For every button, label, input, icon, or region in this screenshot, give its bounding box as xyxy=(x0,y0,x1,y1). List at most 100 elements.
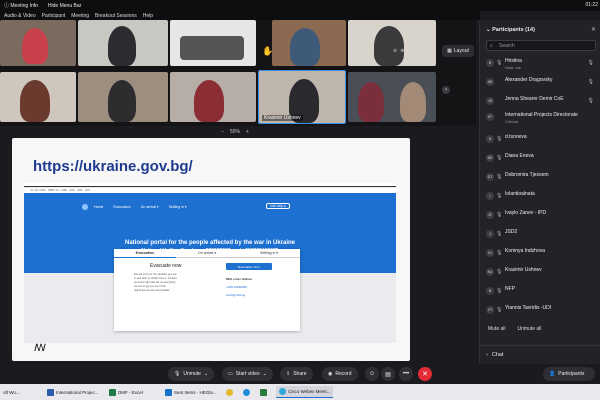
participant-row[interactable]: AD Alexander Dragovsky 🎙 xyxy=(486,76,598,91)
reactions-button[interactable]: ☺ xyxy=(365,367,379,381)
participant-row[interactable]: YT 🎙 Yiannis Tavridis -UDI xyxy=(486,304,598,319)
edge-icon[interactable] xyxy=(243,389,250,396)
expand-icon[interactable]: ⊕ xyxy=(400,48,404,54)
microphone-muted-icon[interactable]: 🎙 xyxy=(588,79,594,85)
menu-breakout-sessions[interactable]: Breakout Sessions xyxy=(95,13,137,19)
unmute-all-button[interactable]: Unmute all xyxy=(518,326,542,332)
zoom-level: 55% xyxy=(229,128,240,135)
participants-panel-title[interactable]: ⌄ Participants (14) xyxy=(486,27,535,33)
video-tile[interactable] xyxy=(348,20,436,66)
avatar: I xyxy=(486,192,494,200)
share-button[interactable]: ⇪ Share xyxy=(280,367,313,381)
active-speaker-tile[interactable]: Krasimir Ushnev xyxy=(258,70,346,124)
panel-options-icon[interactable]: ✕ xyxy=(591,26,596,33)
microphone-icon: 🎙 xyxy=(496,60,503,66)
app-icon[interactable] xyxy=(260,389,267,396)
participant-name: Jenna Shearer Demir CoE xyxy=(505,96,564,102)
participant-row[interactable]: KU 🎙 Krasimir Ushnev xyxy=(486,266,598,281)
participant-row[interactable]: J 🎙 JSD2 xyxy=(486,228,598,243)
active-speaker-name: Krasimir Ushnev xyxy=(262,115,303,121)
taskbar-item-excel[interactable]: DMF - Excel xyxy=(106,386,146,398)
participant-name: NFP xyxy=(505,286,515,292)
site-nav-evacuation: Evacuation xyxy=(113,205,131,209)
site-card-title: Evacuate now xyxy=(150,263,182,269)
chevron-down-icon: ⌄ xyxy=(262,371,267,377)
meeting-info-button[interactable]: ⓘ Meeting Info xyxy=(4,2,38,9)
chat-panel-header[interactable]: › Chat xyxy=(480,345,600,363)
record-button[interactable]: ◉ Record xyxy=(322,367,358,381)
chevron-down-icon: ⌄ xyxy=(486,27,491,33)
avatar: AD xyxy=(486,78,494,86)
taskbar-item-webex[interactable]: Cisco Webex Meeti... xyxy=(276,386,334,398)
participant-name: International Projects Directorate xyxy=(505,112,578,118)
excel-icon xyxy=(109,388,116,396)
participants-toggle-button[interactable]: 👤 Participants xyxy=(543,367,595,381)
participant-row[interactable]: IZ 🎙 Ivaylo Zanev - IPD xyxy=(486,209,598,224)
participant-row[interactable]: N 🎙 NFP xyxy=(486,285,598,300)
microphone-muted-icon[interactable]: 🎙 xyxy=(588,98,594,104)
participant-search-input[interactable]: ⌕ Search xyxy=(486,40,596,51)
participant-row[interactable]: H 🎙 Hristina Host, me 🎙 xyxy=(486,57,598,72)
avatar: DE xyxy=(486,154,494,162)
site-card-paragraph: We are sorry for the situation you are i… xyxy=(134,273,177,292)
close-icon: ✕ xyxy=(422,371,428,378)
avatar: KU xyxy=(486,268,494,276)
participant-row[interactable]: DT 🎙 Dobromira Tjessem xyxy=(486,171,598,186)
share-icon: ⇪ xyxy=(286,371,291,377)
taskbar-label: International Projec... xyxy=(56,389,99,395)
participant-name: Iolantioalnata xyxy=(505,191,535,197)
microphone-muted-icon: 🎙 xyxy=(174,371,181,377)
start-video-button[interactable]: ▭ Start video ⌄ xyxy=(222,367,273,381)
more-options-button[interactable]: ••• xyxy=(399,367,413,381)
menu-participant[interactable]: Participant xyxy=(42,13,66,19)
video-tile[interactable] xyxy=(0,20,76,66)
taskbar-item-international-projects[interactable]: International Projec... xyxy=(44,386,102,398)
mute-all-button[interactable]: Mute all xyxy=(488,326,506,332)
chrome-icon[interactable] xyxy=(226,389,233,396)
layout-button[interactable]: ▦ Layout xyxy=(442,45,474,57)
menu-help[interactable]: Help xyxy=(143,13,153,19)
avatar: J xyxy=(486,230,494,238)
avatar: KI xyxy=(486,249,494,257)
zoom-in-button[interactable]: + xyxy=(246,129,249,135)
captions-button[interactable]: ▤ xyxy=(381,367,395,381)
shared-website-screenshot: ☏ 02 / 905 · 5555 ☏ +380 · 322 · 465 · 0… xyxy=(24,183,396,343)
site-nav-home: Home xyxy=(94,205,104,209)
hide-menu-bar-button[interactable]: Hide Menu Bar xyxy=(48,3,81,9)
site-nav: Home Evacuation On arrival ▾ Settling in… xyxy=(94,205,187,209)
word-icon xyxy=(47,388,54,396)
video-tile[interactable] xyxy=(170,72,256,122)
unmute-button[interactable]: 🎙 Unmute ⌄ xyxy=(168,367,215,381)
menu-meeting[interactable]: Meeting xyxy=(71,13,89,19)
minimize-icon[interactable]: ⊖ xyxy=(393,48,397,54)
participant-row[interactable]: I 🎙 Iolantioalnata xyxy=(486,190,598,205)
participant-row[interactable]: D 🎙 d.tsoneva xyxy=(486,133,598,148)
meeting-toolbar: 🎙 Unmute ⌄ ▭ Start video ⌄ ⇪ Share ◉ Rec… xyxy=(0,364,600,384)
participant-row[interactable]: IP International Projects Directorate Co… xyxy=(486,111,598,126)
avatar: JS xyxy=(486,97,494,105)
video-tile[interactable] xyxy=(78,20,168,66)
video-tile[interactable] xyxy=(272,20,346,66)
video-tile[interactable] xyxy=(78,72,168,122)
microphone-muted-icon[interactable]: 🎙 xyxy=(588,60,594,66)
participant-row[interactable]: JS Jenna Shearer Demir CoE 🎙 xyxy=(486,95,598,110)
participant-role: Host, me xyxy=(505,65,522,70)
participant-name: Komnya Indzhova xyxy=(505,248,546,254)
taskbar-item-outlook[interactable]: Sent Items - HEGla... xyxy=(162,386,220,398)
video-tile[interactable] xyxy=(170,20,256,66)
menu-audio-video[interactable]: Audio & Video xyxy=(4,13,36,19)
taskbar-item-word[interactable]: oft Wo... xyxy=(0,386,23,398)
reactions-icon: ☺ xyxy=(368,371,376,377)
avatar: D xyxy=(486,135,494,143)
participant-row[interactable]: KI 🎙 Komnya Indzhova xyxy=(486,247,598,262)
video-strip: ✋ ▦ Layout ⊖ ⊕ Krasimir Ushnev › xyxy=(0,20,476,126)
participant-row[interactable]: DE 🎙 Diana Eneva xyxy=(486,152,598,167)
avatar: DT xyxy=(486,173,494,181)
video-tile[interactable] xyxy=(0,72,76,122)
site-nav-on-arrival: On arrival ▾ xyxy=(140,205,159,209)
zoom-out-button[interactable]: − xyxy=(221,129,224,135)
leave-meeting-button[interactable]: ✕ xyxy=(418,367,432,381)
next-videos-arrow-icon[interactable]: › xyxy=(442,86,450,94)
participant-name: Ivaylo Zanev - IPD xyxy=(505,210,547,216)
video-tile[interactable] xyxy=(348,72,436,122)
